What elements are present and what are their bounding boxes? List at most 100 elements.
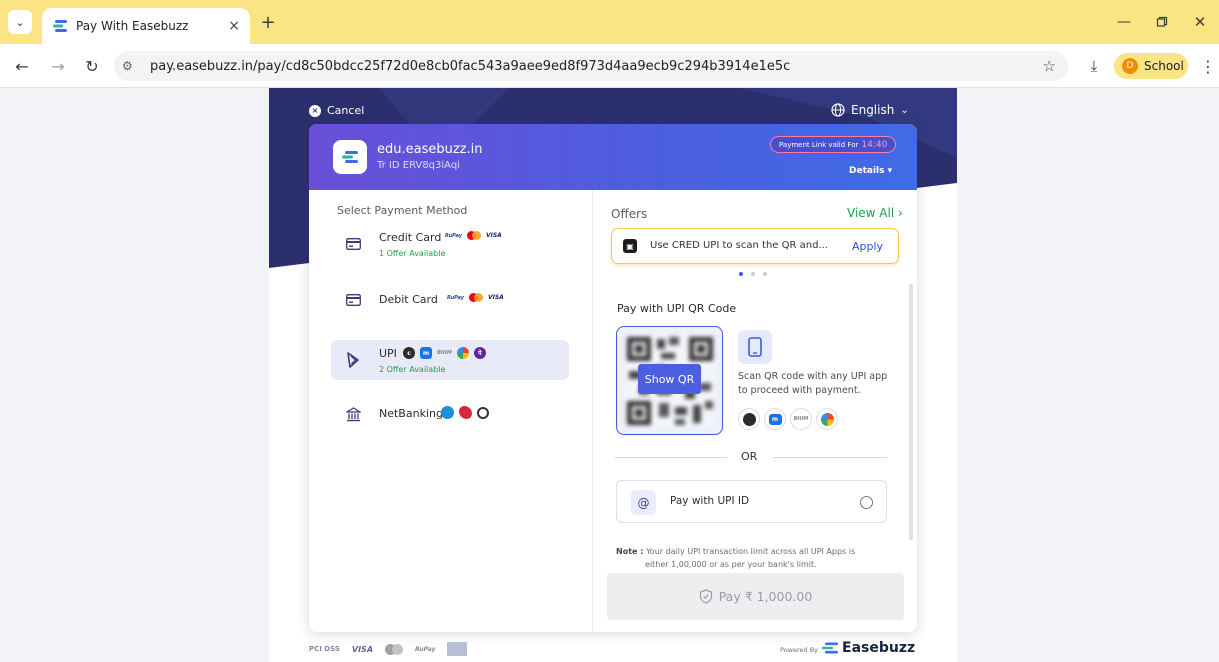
qr-code-tile: Show QR — [616, 326, 723, 435]
cred-logo — [738, 408, 760, 430]
divider-line — [773, 457, 887, 458]
tab-search-button[interactable]: ⌄ — [8, 10, 32, 34]
qr-help-text: Scan QR code with any UPI app to proceed… — [738, 371, 888, 396]
more-vert-icon: ⋮ — [1200, 56, 1216, 76]
visa-logo: VISA — [351, 644, 374, 654]
details-button[interactable]: Details ▾ — [849, 166, 892, 176]
bank-logo — [441, 406, 454, 419]
gpay-logo — [816, 408, 838, 430]
easebuzz-logo-icon — [342, 151, 358, 163]
offer-card[interactable]: ▣ Use CRED UPI to scan the QR and... App… — [611, 228, 899, 264]
note-prefix: Note : — [616, 547, 644, 556]
pay-button[interactable]: Pay ₹ 1,000.00 — [607, 573, 904, 620]
visa-logo: VISA — [485, 232, 502, 239]
upi-logo: BHIM — [437, 350, 452, 356]
transaction-id: Tr ID ERV8q3iAqi — [377, 160, 460, 171]
browser-tab[interactable]: Pay With Easebuzz × — [42, 8, 250, 44]
forward-button[interactable]: → — [48, 56, 68, 76]
cancel-button[interactable]: × Cancel — [309, 104, 364, 117]
payment-link-timer: Payment Link valid For 14:40 — [770, 136, 897, 153]
or-text: OR — [741, 450, 758, 463]
cred-logo: c — [403, 347, 415, 359]
bookmark-star-icon[interactable]: ☆ — [1043, 57, 1056, 75]
page-background: × Cancel English ⌄ edu.easebuzz.in Tr ID… — [0, 88, 1219, 662]
cred-icon: ▣ — [623, 239, 637, 253]
upi-icon — [345, 352, 361, 368]
carousel-dot[interactable] — [763, 272, 767, 276]
restore-window-button[interactable] — [1152, 12, 1172, 32]
payment-brand-strip: PCI DSS VISA RuPay — [309, 642, 468, 656]
tab-close-icon[interactable]: × — [228, 18, 240, 34]
bhim-logo: m — [764, 408, 786, 430]
methods-title: Select Payment Method — [337, 204, 468, 217]
mastercard-logo — [468, 293, 483, 302]
pane-scrollbar[interactable] — [909, 284, 913, 540]
method-netbanking[interactable]: NetBanking — [331, 394, 569, 434]
powered-by-label: Powered By — [780, 646, 819, 654]
or-divider: OR — [615, 450, 887, 464]
language-selector[interactable]: English ⌄ — [831, 103, 909, 117]
rupay-logo: RuPay — [445, 232, 462, 239]
upi-id-radio[interactable] — [860, 496, 873, 509]
method-debit-card[interactable]: Debit Card RuPay VISA — [331, 280, 569, 320]
merchant-header: edu.easebuzz.in Tr ID ERV8q3iAqi Payment… — [309, 124, 917, 190]
payment-details-pane: Offers View All › ▣ Use CRED UPI to scan… — [592, 190, 917, 632]
download-icon: ⤓ — [1090, 57, 1098, 75]
checkout-footer: PCI DSS VISA RuPay Powered By Easebuzz — [309, 640, 917, 660]
new-tab-button[interactable]: + — [258, 12, 278, 33]
method-label: UPI — [379, 347, 397, 360]
shield-check-icon — [699, 589, 712, 604]
restore-icon — [1156, 16, 1168, 27]
method-label: Debit Card — [379, 293, 438, 306]
pay-with-upi-id-option[interactable]: @ Pay with UPI ID — [616, 480, 887, 523]
reload-icon: ↻ — [85, 56, 99, 76]
offer-carousel-dots — [739, 272, 767, 276]
browser-menu-button[interactable]: ⋮ — [1198, 56, 1218, 76]
qr-section-title: Pay with UPI QR Code — [617, 302, 737, 315]
tab-title: Pay With Easebuzz — [76, 19, 189, 33]
upi-id-label: Pay with UPI ID — [670, 495, 750, 507]
card-brand-logos: RuPay VISA — [445, 231, 502, 240]
upi-app-logos: c m BHIM पे — [403, 347, 486, 359]
arrow-right-icon: → — [51, 56, 65, 76]
back-button[interactable]: ← — [12, 56, 32, 76]
supported-upi-apps: m BHIM — [738, 408, 838, 430]
method-credit-card[interactable]: Credit Card RuPay VISA 1 Offer Available — [331, 224, 569, 264]
method-offer-badge: 1 Offer Available — [379, 249, 446, 258]
rupay-logo: RuPay — [415, 645, 436, 653]
site-info-icon[interactable]: ⚙ — [122, 59, 146, 73]
view-all-offers-link[interactable]: View All › — [847, 206, 903, 220]
upi-limit-note: Note : Your daily UPI transaction limit … — [616, 545, 886, 571]
merchant-name: edu.easebuzz.in — [377, 142, 483, 157]
url-text: pay.easebuzz.in/pay/cd8c50bdcc25f72d0e8c… — [150, 58, 791, 74]
reload-button[interactable]: ↻ — [82, 56, 102, 76]
browser-toolbar: ← → ↻ ⚙ pay.easebuzz.in/pay/cd8c50bdcc25… — [0, 44, 1219, 88]
browser-tab-bar: ⌄ Pay With Easebuzz × + — ✕ — [0, 0, 1219, 44]
carousel-dot[interactable] — [751, 272, 755, 276]
credit-card-icon — [345, 236, 361, 252]
address-bar[interactable]: ⚙ pay.easebuzz.in/pay/cd8c50bdcc25f72d0e… — [114, 51, 1068, 81]
show-qr-button[interactable]: Show QR — [638, 364, 701, 394]
at-sign-icon: @ — [631, 490, 656, 515]
bank-logo — [459, 406, 472, 419]
debit-card-icon — [345, 292, 361, 308]
downloads-button[interactable]: ⤓ — [1084, 56, 1104, 76]
payment-card: edu.easebuzz.in Tr ID ERV8q3iAqi Payment… — [309, 124, 917, 632]
pci-dss-logo: PCI DSS — [309, 645, 340, 653]
carousel-dot[interactable] — [739, 272, 743, 276]
method-offer-badge: 2 Offer Available — [379, 365, 446, 374]
amex-logo — [447, 642, 468, 656]
profile-button[interactable]: D School — [1114, 53, 1188, 79]
arrow-left-icon: ← — [15, 56, 29, 76]
checkout-stage: × Cancel English ⌄ edu.easebuzz.in Tr ID… — [269, 88, 957, 662]
globe-icon — [831, 103, 845, 117]
method-upi[interactable]: UPI c m BHIM पे 2 Offer Available — [331, 340, 569, 380]
easebuzz-favicon-icon — [53, 20, 67, 32]
close-window-button[interactable]: ✕ — [1190, 12, 1210, 32]
minimize-icon: — — [1117, 14, 1131, 30]
cancel-label: Cancel — [327, 104, 365, 117]
apply-offer-button[interactable]: Apply — [852, 240, 883, 253]
minimize-window-button[interactable]: — — [1114, 12, 1134, 32]
bank-icon — [345, 406, 361, 422]
visa-logo: VISA — [487, 294, 504, 301]
